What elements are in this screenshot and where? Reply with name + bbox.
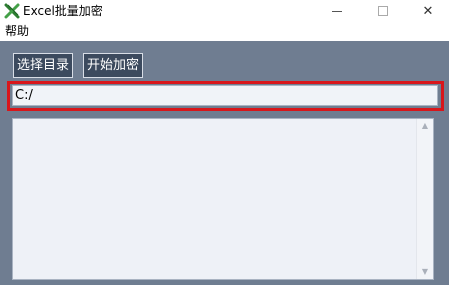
path-input[interactable]: C:/ (12, 85, 438, 106)
title-bar[interactable]: Excel批量加密 ✕ (0, 0, 449, 22)
menu-item-help[interactable]: 帮助 (3, 24, 31, 39)
select-directory-button[interactable]: 选择目录 (13, 53, 73, 78)
close-button[interactable]: ✕ (405, 0, 449, 22)
minimize-button[interactable] (314, 0, 360, 22)
log-scrollbar[interactable]: ▲ ▼ (416, 119, 433, 279)
scroll-up-icon[interactable]: ▲ (417, 119, 433, 133)
maximize-button[interactable] (360, 0, 406, 22)
scroll-down-icon[interactable]: ▼ (417, 265, 433, 279)
excel-x-icon (4, 3, 20, 19)
log-textarea[interactable] (12, 118, 434, 280)
client-area: 选择目录 开始加密 C:/ ▲ ▼ (0, 41, 449, 285)
window-title: Excel批量加密 (23, 4, 103, 18)
close-icon: ✕ (422, 3, 434, 19)
maximize-icon (378, 6, 388, 16)
app-window: Excel批量加密 ✕ 帮助 选择目录 开始加密 C:/ ▲ ▼ (0, 0, 449, 285)
start-encrypt-button[interactable]: 开始加密 (83, 53, 143, 78)
menu-bar: 帮助 (0, 22, 449, 41)
minimize-icon (332, 10, 342, 12)
